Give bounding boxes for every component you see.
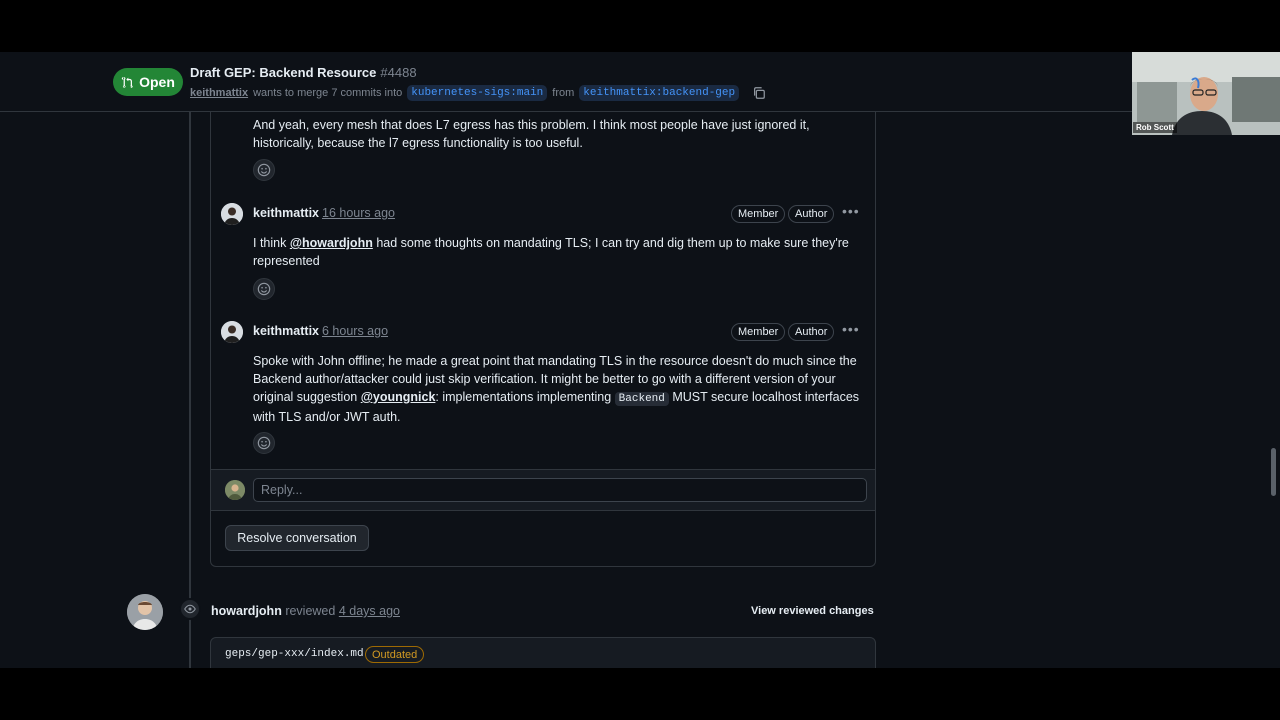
comment-text-part: : implementations implementing [435, 390, 615, 404]
smiley-icon [257, 282, 271, 296]
comment-author[interactable]: keithmattix [253, 206, 319, 220]
reply-row [211, 469, 875, 511]
pr-title-text: Draft GEP: Backend Resource [190, 65, 377, 80]
pull-request-icon [121, 76, 133, 88]
comment-header: keithmattix 16 hours ago [253, 206, 395, 220]
reviewer-name[interactable]: howardjohn [211, 604, 282, 618]
pr-author-link[interactable]: keithmattix [190, 87, 248, 99]
resolve-conversation-button[interactable]: Resolve conversation [225, 525, 369, 551]
kebab-menu-icon[interactable]: ••• [842, 203, 860, 219]
scrollbar-thumb[interactable] [1271, 448, 1276, 496]
comment-body: Spoke with John offline; he made a great… [253, 352, 863, 426]
comment-author[interactable]: keithmattix [253, 324, 319, 338]
author-badge: Author [788, 205, 835, 223]
github-pr-page: Open Draft GEP: Backend Resource #4488 ke… [0, 52, 1280, 668]
comment-timestamp[interactable]: 6 hours ago [322, 324, 388, 338]
base-branch[interactable]: kubernetes-sigs:main [407, 85, 548, 101]
comment-timestamp[interactable]: 16 hours ago [322, 206, 395, 220]
comment-text-part: I think [253, 236, 290, 250]
pr-status-badge: Open [113, 68, 183, 96]
reply-input[interactable] [253, 478, 867, 502]
avatar[interactable] [221, 203, 243, 225]
add-reaction-button[interactable] [253, 432, 275, 454]
add-reaction-button[interactable] [253, 278, 275, 300]
webcam-overlay: Rob Scott [1132, 52, 1280, 135]
smiley-icon [257, 163, 271, 177]
comment-header: keithmattix 6 hours ago [253, 324, 388, 338]
avatar[interactable] [127, 594, 163, 630]
mention-link[interactable]: @youngnick [361, 390, 436, 404]
kebab-menu-icon[interactable]: ••• [842, 321, 860, 337]
add-reaction-button[interactable] [253, 159, 275, 181]
outdated-badge: Outdated [365, 646, 425, 663]
inline-code: Backend [614, 392, 669, 406]
copy-icon[interactable] [752, 86, 766, 100]
eye-icon [179, 598, 201, 620]
comment-body: I think @howardjohn had some thoughts on… [253, 234, 863, 270]
mention-link[interactable]: @howardjohn [290, 236, 373, 250]
author-badge: Author [788, 323, 835, 341]
pr-title: Draft GEP: Backend Resource #4488 [190, 65, 417, 80]
file-header: geps/gep-xxx/index.md Outdated [210, 637, 876, 668]
merge-text: wants to merge 7 commits into [253, 87, 403, 99]
pr-sticky-header: Open Draft GEP: Backend Resource #4488 ke… [0, 52, 1280, 112]
member-badge: Member [731, 323, 786, 341]
timeline-line [189, 112, 191, 668]
head-branch[interactable]: keithmattix:backend-gep [579, 85, 740, 101]
from-text: from [552, 87, 575, 99]
file-path[interactable]: geps/gep-xxx/index.md [225, 648, 364, 660]
view-reviewed-changes-link[interactable]: View reviewed changes [751, 605, 874, 617]
avatar[interactable] [221, 321, 243, 343]
pr-number: #4488 [380, 65, 417, 80]
pr-status-label: Open [139, 74, 175, 90]
pr-merge-info: keithmattix wants to merge 7 commits int… [190, 85, 766, 101]
review-timestamp[interactable]: 4 days ago [339, 604, 400, 618]
review-action: reviewed [285, 604, 336, 618]
smiley-icon [257, 436, 271, 450]
webcam-participant-name: Rob Scott [1133, 122, 1177, 133]
member-badge: Member [731, 205, 786, 223]
comment-body: And yeah, every mesh that does L7 egress… [253, 118, 810, 150]
review-event: howardjohn reviewed 4 days ago [211, 604, 400, 618]
avatar [225, 480, 245, 500]
